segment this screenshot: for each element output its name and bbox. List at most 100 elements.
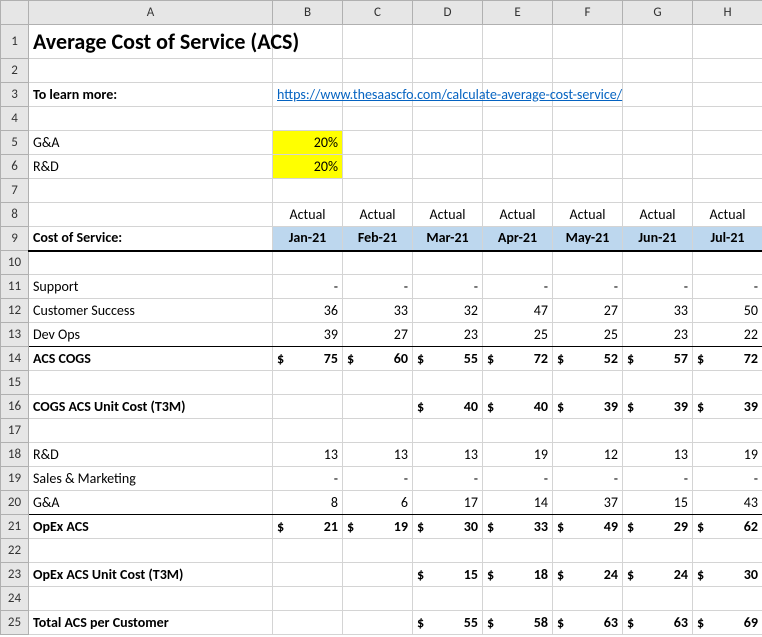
row-header-9[interactable]: 9 [1, 227, 29, 251]
value-cell[interactable]: $72 [483, 347, 553, 371]
cell-D10[interactable] [413, 251, 483, 275]
cell-C16[interactable] [343, 395, 413, 419]
value-cell[interactable]: 17 [413, 491, 483, 515]
cell-B3[interactable]: https://www.thesaascfo.com/calculate-ave… [273, 83, 343, 107]
cell-A17[interactable] [29, 419, 273, 443]
assumption-rd-label[interactable]: R&D [29, 155, 273, 179]
cell-B16[interactable] [273, 395, 343, 419]
cell-B10[interactable] [273, 251, 343, 275]
cell-A25[interactable]: Total ACS per Customer [29, 611, 273, 635]
cell-A11[interactable]: Support [29, 275, 273, 299]
column-header-C[interactable]: C [343, 1, 413, 25]
value-cell[interactable]: $30 [413, 515, 483, 539]
row-header-11[interactable]: 11 [1, 275, 29, 299]
value-cell[interactable]: $39 [553, 395, 623, 419]
cell-G1[interactable] [623, 25, 693, 59]
cell-F8[interactable]: Actual [553, 203, 623, 227]
cell-E22[interactable] [483, 539, 553, 563]
cell-E8[interactable]: Actual [483, 203, 553, 227]
cell-B4[interactable] [273, 107, 343, 131]
value-cell[interactable]: - [693, 275, 762, 299]
column-header-F[interactable]: F [553, 1, 623, 25]
value-cell[interactable]: - [273, 467, 343, 491]
cell-D6[interactable] [413, 155, 483, 179]
row-header-22[interactable]: 22 [1, 539, 29, 563]
cell-C2[interactable] [343, 59, 413, 83]
month-header[interactable]: Feb-21 [343, 227, 413, 251]
cell-H10[interactable] [693, 251, 762, 275]
cell-C22[interactable] [343, 539, 413, 563]
value-cell[interactable]: - [273, 275, 343, 299]
cell-F15[interactable] [553, 371, 623, 395]
value-cell[interactable]: 19 [693, 443, 762, 467]
value-cell[interactable]: $72 [693, 347, 762, 371]
cell-G4[interactable] [623, 107, 693, 131]
cell-C10[interactable] [343, 251, 413, 275]
cell-E17[interactable] [483, 419, 553, 443]
value-cell[interactable]: - [483, 275, 553, 299]
cell-F5[interactable] [553, 131, 623, 155]
cell-D8[interactable]: Actual [413, 203, 483, 227]
value-cell[interactable]: $24 [623, 563, 693, 587]
assumption-ga-label[interactable]: G&A [29, 131, 273, 155]
cell-A16[interactable]: COGS ACS Unit Cost (T3M) [29, 395, 273, 419]
month-header[interactable]: Apr-21 [483, 227, 553, 251]
month-header[interactable]: May-21 [553, 227, 623, 251]
cell-A20[interactable]: G&A [29, 491, 273, 515]
cell-A12[interactable]: Customer Success [29, 299, 273, 323]
cell-A10[interactable] [29, 251, 273, 275]
row-header-10[interactable]: 10 [1, 251, 29, 275]
row-header-3[interactable]: 3 [1, 83, 29, 107]
cell-D22[interactable] [413, 539, 483, 563]
cell-B23[interactable] [273, 563, 343, 587]
cell-B7[interactable] [273, 179, 343, 203]
cell-A21[interactable]: OpEx ACS [29, 515, 273, 539]
row-header-7[interactable]: 7 [1, 179, 29, 203]
cell-C8[interactable]: Actual [343, 203, 413, 227]
cell-A19[interactable]: Sales & Marketing [29, 467, 273, 491]
cell-A7[interactable] [29, 179, 273, 203]
value-cell[interactable]: $69 [693, 611, 762, 635]
row-header-20[interactable]: 20 [1, 491, 29, 515]
cell-C6[interactable] [343, 155, 413, 179]
cell-D15[interactable] [413, 371, 483, 395]
row-header-23[interactable]: 23 [1, 563, 29, 587]
column-header-B[interactable]: B [273, 1, 343, 25]
cell-F6[interactable] [553, 155, 623, 179]
cell-A22[interactable] [29, 539, 273, 563]
cell-B25[interactable] [273, 611, 343, 635]
value-cell[interactable]: 27 [553, 299, 623, 323]
cell-F7[interactable] [553, 179, 623, 203]
cell-A8[interactable] [29, 203, 273, 227]
value-cell[interactable]: 43 [693, 491, 762, 515]
cell-F2[interactable] [553, 59, 623, 83]
value-cell[interactable]: 39 [273, 323, 343, 347]
cell-C17[interactable] [343, 419, 413, 443]
value-cell[interactable]: 47 [483, 299, 553, 323]
row-header-18[interactable]: 18 [1, 443, 29, 467]
cell-B22[interactable] [273, 539, 343, 563]
column-header-H[interactable]: H [693, 1, 762, 25]
cell-A2[interactable] [29, 59, 273, 83]
cell-A15[interactable] [29, 371, 273, 395]
cell-D17[interactable] [413, 419, 483, 443]
column-header-E[interactable]: E [483, 1, 553, 25]
value-cell[interactable]: $39 [623, 395, 693, 419]
cell-A4[interactable] [29, 107, 273, 131]
value-cell[interactable]: $30 [693, 563, 762, 587]
value-cell[interactable]: - [623, 275, 693, 299]
cell-B24[interactable] [273, 587, 343, 611]
cell-G3[interactable] [623, 83, 693, 107]
cell-C7[interactable] [343, 179, 413, 203]
value-cell[interactable]: - [343, 275, 413, 299]
value-cell[interactable]: $40 [483, 395, 553, 419]
cell-E24[interactable] [483, 587, 553, 611]
value-cell[interactable]: 27 [343, 323, 413, 347]
value-cell[interactable]: 6 [343, 491, 413, 515]
value-cell[interactable]: $52 [553, 347, 623, 371]
cell-A18[interactable]: R&D [29, 443, 273, 467]
cell-G22[interactable] [623, 539, 693, 563]
cell-F22[interactable] [553, 539, 623, 563]
cell-E6[interactable] [483, 155, 553, 179]
cell-F24[interactable] [553, 587, 623, 611]
